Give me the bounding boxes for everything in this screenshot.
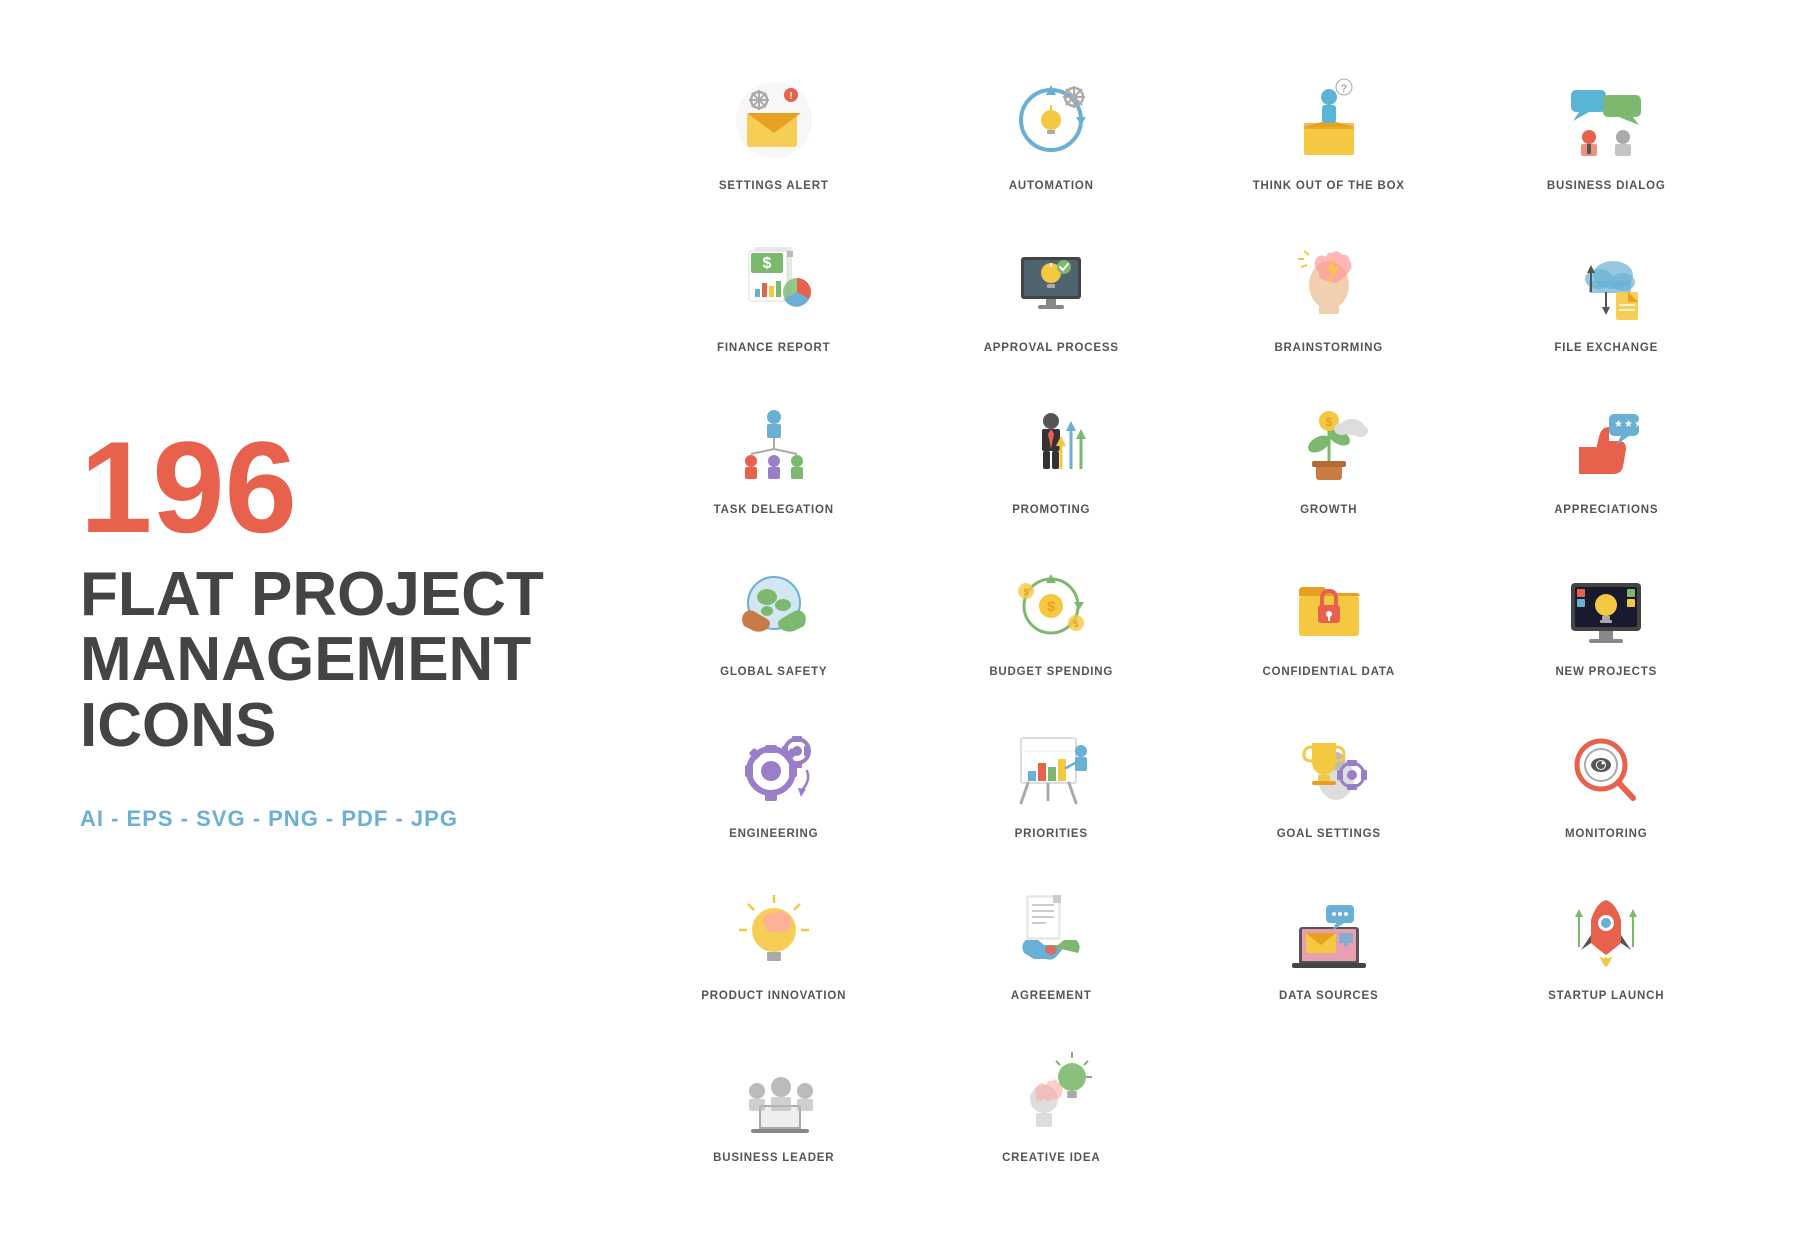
svg-text:$: $ [1074, 619, 1079, 629]
product-innovation-label: PRODUCT INNOVATION [701, 990, 846, 1002]
goal-settings-icon [1279, 718, 1379, 818]
icon-automation: AUTOMATION [918, 60, 1186, 202]
think-box-label: THINK OUT OF THE BOX [1253, 180, 1405, 192]
business-leader-icon [724, 1042, 824, 1142]
title-line-1: FLAT PROJECT [80, 562, 600, 627]
budget-spending-icon: $ $ $ [1001, 556, 1101, 656]
icon-count: 196 [80, 422, 600, 552]
icon-business-leader: BUSINESS LEADER [640, 1032, 908, 1174]
icon-business-dialog: BUSINESS DIALOG [1473, 60, 1741, 202]
icon-monitoring: MONITORING [1473, 708, 1741, 850]
promoting-icon [1001, 394, 1101, 494]
icon-file-exchange: FILE EXCHANGE [1473, 222, 1741, 364]
icon-approval-process: APPROVAL PROCESS [918, 222, 1186, 364]
business-leader-label: BUSINESS LEADER [713, 1152, 834, 1164]
icon-new-projects: NEW PROJECTS [1473, 546, 1741, 688]
business-dialog-icon [1556, 70, 1656, 170]
automation-label: AUTOMATION [1009, 180, 1094, 192]
icon-agreement: AGREEMENT [918, 870, 1186, 1012]
main-container: 196 FLAT PROJECT MANAGEMENT ICONS AI - E… [0, 0, 1820, 1234]
icon-brainstorming: BRAINSTORMING [1195, 222, 1463, 364]
think-box-icon: ? [1279, 70, 1379, 170]
title-block: FLAT PROJECT MANAGEMENT ICONS [80, 562, 600, 757]
data-sources-label: DATA SOURCES [1279, 990, 1378, 1002]
data-sources-icon [1279, 880, 1379, 980]
engineering-label: ENGINEERING [729, 828, 818, 840]
agreement-label: AGREEMENT [1011, 990, 1092, 1002]
global-safety-label: GLOBAL SAFETY [720, 666, 827, 678]
monitoring-label: MONITORING [1565, 828, 1648, 840]
startup-launch-icon [1556, 880, 1656, 980]
product-innovation-icon [724, 880, 824, 980]
svg-text:$: $ [1325, 415, 1332, 429]
promoting-label: PROMOTING [1012, 504, 1090, 516]
icon-goal-settings: GOAL SETTINGS [1195, 708, 1463, 850]
icon-product-innovation: PRODUCT INNOVATION [640, 870, 908, 1012]
svg-text:$: $ [1047, 598, 1055, 614]
appreciations-icon: ★ ★ ★ [1556, 394, 1656, 494]
finance-report-icon: $ [724, 232, 824, 332]
brainstorming-icon [1279, 232, 1379, 332]
file-exchange-label: FILE EXCHANGE [1554, 342, 1658, 354]
settings-alert-icon: ! [724, 70, 824, 170]
growth-icon: $ [1279, 394, 1379, 494]
icon-creative-idea: CREATIVE IDEA [918, 1032, 1186, 1174]
icon-settings-alert: ! SETTINGS ALERT [640, 60, 908, 202]
svg-text:$: $ [1024, 587, 1029, 597]
priorities-icon [1001, 718, 1101, 818]
title-line-2: MANAGEMENT [80, 627, 600, 692]
startup-launch-label: STARTUP LAUNCH [1548, 990, 1664, 1002]
finance-report-label: FINANCE REPORT [717, 342, 830, 354]
approval-process-icon [1001, 232, 1101, 332]
icon-engineering: ENGINEERING [640, 708, 908, 850]
goal-settings-label: GOAL SETTINGS [1277, 828, 1381, 840]
icon-data-sources: DATA SOURCES [1195, 870, 1463, 1012]
engineering-icon [724, 718, 824, 818]
formats: AI - EPS - SVG - PNG - PDF - JPG [80, 806, 600, 832]
new-projects-label: NEW PROJECTS [1555, 666, 1657, 678]
svg-text:★: ★ [1624, 419, 1633, 430]
priorities-label: PRIORITIES [1015, 828, 1088, 840]
task-delegation-icon [724, 394, 824, 494]
icon-startup-launch: STARTUP LAUNCH [1473, 870, 1741, 1012]
creative-idea-label: CREATIVE IDEA [1002, 1152, 1100, 1164]
growth-label: GROWTH [1300, 504, 1357, 516]
new-projects-icon [1556, 556, 1656, 656]
agreement-icon [1001, 880, 1101, 980]
icon-growth: $ GROWTH [1195, 384, 1463, 526]
icon-task-delegation: TASK DELEGATION [640, 384, 908, 526]
approval-process-label: APPROVAL PROCESS [984, 342, 1119, 354]
global-safety-icon [724, 556, 824, 656]
left-panel: 196 FLAT PROJECT MANAGEMENT ICONS AI - E… [80, 60, 600, 1174]
icon-priorities: PRIORITIES [918, 708, 1186, 850]
svg-text:★: ★ [1634, 419, 1643, 430]
settings-alert-label: SETTINGS ALERT [719, 180, 829, 192]
confidential-data-icon [1279, 556, 1379, 656]
icon-appreciations: ★ ★ ★ APPRECIATIONS [1473, 384, 1741, 526]
budget-spending-label: BUDGET SPENDING [989, 666, 1113, 678]
icon-finance-report: $ FINANCE REPORT [640, 222, 908, 364]
icon-global-safety: GLOBAL SAFETY [640, 546, 908, 688]
svg-text:!: ! [789, 91, 792, 102]
svg-text:$: $ [762, 255, 771, 272]
icon-confidential-data: CONFIDENTIAL DATA [1195, 546, 1463, 688]
confidential-data-label: CONFIDENTIAL DATA [1263, 666, 1395, 678]
icon-budget-spending: $ $ $ BUDGET SPENDING [918, 546, 1186, 688]
icons-grid: ! SETTINGS ALERT [640, 60, 1740, 1174]
task-delegation-label: TASK DELEGATION [714, 504, 834, 516]
appreciations-label: APPRECIATIONS [1554, 504, 1658, 516]
file-exchange-icon [1556, 232, 1656, 332]
automation-icon [1001, 70, 1101, 170]
svg-text:★: ★ [1614, 419, 1623, 430]
creative-idea-icon [1001, 1042, 1101, 1142]
svg-text:?: ? [1340, 83, 1347, 95]
icon-promoting: PROMOTING [918, 384, 1186, 526]
brainstorming-label: BRAINSTORMING [1274, 342, 1383, 354]
icon-think-box: ? THINK OUT OF THE BOX [1195, 60, 1463, 202]
monitoring-icon [1556, 718, 1656, 818]
business-dialog-label: BUSINESS DIALOG [1547, 180, 1666, 192]
title-line-3: ICONS [80, 693, 600, 758]
